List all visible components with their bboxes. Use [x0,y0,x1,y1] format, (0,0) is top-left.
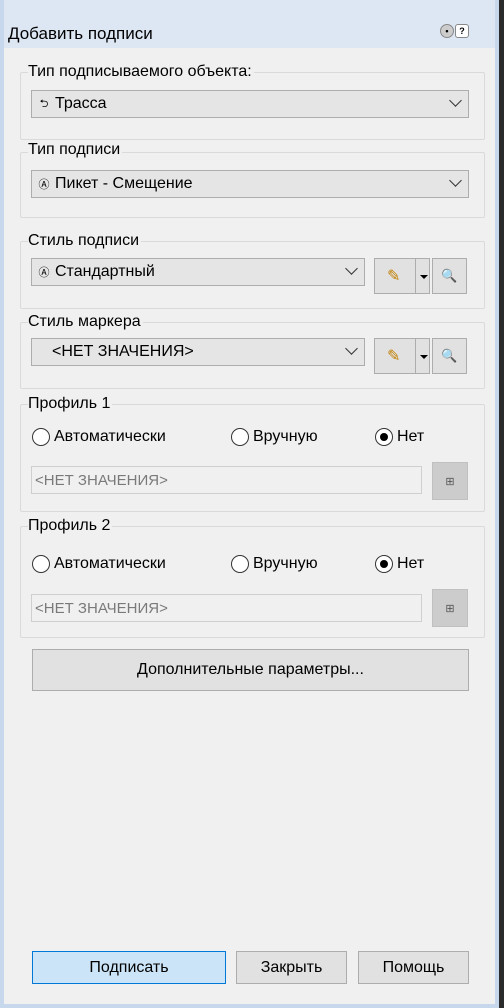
more-options-button[interactable]: Дополнительные параметры... [32,649,469,691]
profile2-pick-button[interactable]: ⊞ [432,589,468,627]
label-type-label: Тип подписи [28,141,123,159]
label-style-label: Стиль подписи [28,232,142,250]
radio-icon [32,428,50,446]
label-icon: Ⓐ [38,179,50,191]
label-style-dropdown[interactable]: Ⓐ Стандартный [31,258,365,286]
preview-label-style-button[interactable]: 🔍 [432,258,467,294]
profile2-radio-none[interactable]: Нет [375,555,424,573]
title-icons: • ? [440,24,469,38]
chevron-down-icon [449,174,462,187]
title-bar: Добавить подписи • ? [4,0,495,48]
object-type-label: Тип подписываемого объекта: [28,63,254,81]
object-type-dropdown[interactable]: ⮌ Трасса [31,90,469,118]
magnifier-icon: 🔍 [441,348,458,363]
help-button[interactable]: Помощь [358,951,469,984]
profile2-label: Профиль 2 [28,517,113,535]
label-style-icon: Ⓐ [38,267,50,279]
object-type-value: Трасса [55,95,107,112]
pick-profile-icon: ⊞ [445,475,455,488]
magnifier-icon: 🔍 [441,268,458,283]
radio-selected-icon [375,428,393,446]
dialog-title: Добавить подписи [8,24,153,43]
close-button[interactable]: Закрыть [236,951,347,984]
profile1-label: Профиль 1 [28,395,113,413]
profile2-field[interactable]: <НЕТ ЗНАЧЕНИЯ> [31,594,422,622]
edit-marker-style-button[interactable]: ✎ [374,338,430,374]
profile1-pick-button[interactable]: ⊞ [432,462,468,500]
edit-icon: ✎ [387,348,401,365]
radio-selected-icon [375,555,393,573]
chevron-down-icon [345,342,358,355]
radio-icon [231,555,249,573]
pick-profile-icon: ⊞ [445,602,455,615]
profile1-radio-auto[interactable]: Автоматически [32,428,166,446]
label-button[interactable]: Подписать [32,951,226,984]
dropdown-arrow-icon[interactable] [420,355,428,359]
profile1-field[interactable]: <НЕТ ЗНАЧЕНИЯ> [31,466,422,494]
profile1-group [20,404,485,512]
edit-label-style-button[interactable]: ✎ [374,258,430,294]
help-icon[interactable]: ? [455,24,469,38]
preview-marker-style-button[interactable]: 🔍 [432,338,467,374]
label-style-value: Стандартный [55,263,155,280]
label-type-dropdown[interactable]: Ⓐ Пикет - Смещение [31,170,469,198]
profile1-radio-manual[interactable]: Вручную [231,428,318,446]
pin-icon[interactable]: • [440,24,454,38]
marker-style-label: Стиль маркера [28,313,143,331]
dropdown-arrow-icon[interactable] [420,275,428,279]
chevron-down-icon [345,262,358,275]
profile2-radio-auto[interactable]: Автоматически [32,555,166,573]
alignment-icon: ⮌ [39,97,49,110]
add-labels-dialog: Добавить подписи • ? Тип подписываемого … [0,0,499,1008]
label-type-value: Пикет - Смещение [55,175,193,192]
radio-icon [32,555,50,573]
marker-style-value: <НЕТ ЗНАЧЕНИЯ> [52,343,194,360]
profile2-radio-manual[interactable]: Вручную [231,555,318,573]
chevron-down-icon [449,94,462,107]
marker-style-dropdown[interactable]: <НЕТ ЗНАЧЕНИЯ> [31,338,365,366]
edit-icon: ✎ [387,268,401,285]
profile1-radio-none[interactable]: Нет [375,428,424,446]
radio-icon [231,428,249,446]
